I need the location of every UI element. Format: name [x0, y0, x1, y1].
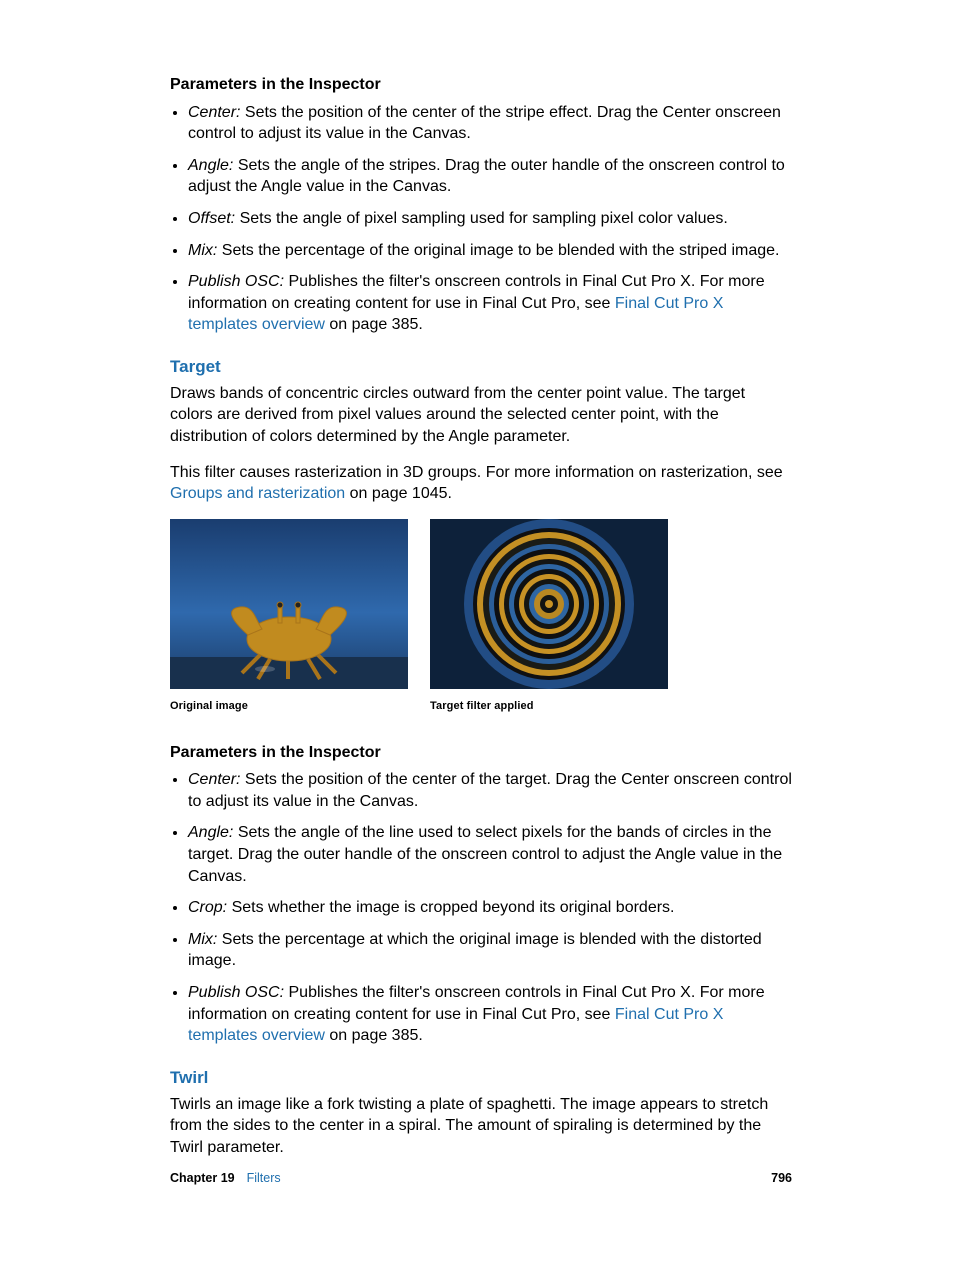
param-text: Sets whether the image is cropped beyond…: [227, 899, 674, 916]
list-item: Crop: Sets whether the image is cropped …: [188, 897, 792, 919]
param-list: Center: Sets the position of the center …: [170, 769, 792, 1047]
chapter-label: Chapter 19: [170, 1170, 235, 1187]
body-text-pre: This filter causes rasterization in 3D g…: [170, 464, 783, 481]
param-term: Publish OSC:: [188, 984, 284, 1001]
param-term: Center:: [188, 104, 240, 121]
list-item: Publish OSC: Publishes the filter's onsc…: [188, 982, 792, 1047]
chapter-name[interactable]: Filters: [247, 1170, 281, 1187]
body-text: Twirls an image like a fork twisting a p…: [170, 1094, 792, 1159]
list-item: Offset: Sets the angle of pixel sampling…: [188, 208, 792, 230]
param-text: Sets the angle of the stripes. Drag the …: [188, 157, 785, 196]
document-page: Parameters in the Inspector Center: Sets…: [0, 0, 954, 1265]
list-item: Mix: Sets the percentage at which the or…: [188, 929, 792, 972]
section-title: Parameters in the Inspector: [170, 74, 792, 96]
link-groups-rasterization[interactable]: Groups and rasterization: [170, 485, 345, 502]
figure-caption: Target filter applied: [430, 699, 668, 714]
param-list: Center: Sets the position of the center …: [170, 102, 792, 336]
target-filter-illustration: [430, 519, 668, 689]
section-title: Parameters in the Inspector: [170, 742, 792, 764]
page-footer: Chapter 19 Filters 796: [170, 1170, 792, 1187]
param-text: Sets the percentage at which the origina…: [188, 931, 762, 970]
param-text: Sets the position of the center of the s…: [188, 104, 781, 143]
heading-twirl: Twirl: [170, 1067, 792, 1090]
param-term: Crop:: [188, 899, 227, 916]
body-text: Draws bands of concentric circles outwar…: [170, 383, 792, 448]
param-term: Offset:: [188, 210, 235, 227]
list-item: Angle: Sets the angle of the line used t…: [188, 822, 792, 887]
param-term: Angle:: [188, 824, 233, 841]
param-term: Mix:: [188, 242, 217, 259]
param-text: Sets the position of the center of the t…: [188, 771, 792, 810]
list-item: Center: Sets the position of the center …: [188, 769, 792, 812]
param-text: Sets the angle of pixel sampling used fo…: [235, 210, 728, 227]
list-item: Center: Sets the position of the center …: [188, 102, 792, 145]
param-text-after: on page 385.: [325, 316, 423, 333]
param-term: Center:: [188, 771, 240, 788]
original-image-illustration: [170, 519, 408, 689]
param-term: Publish OSC:: [188, 273, 284, 290]
list-item: Publish OSC: Publishes the filter's onsc…: [188, 271, 792, 336]
figure-original: Original image: [170, 519, 408, 714]
list-item: Angle: Sets the angle of the stripes. Dr…: [188, 155, 792, 198]
figure-row: Original image: [170, 519, 792, 714]
body-text: This filter causes rasterization in 3D g…: [170, 462, 792, 505]
page-number: 796: [771, 1170, 792, 1187]
param-text: Sets the percentage of the original imag…: [217, 242, 779, 259]
figure-target-applied: Target filter applied: [430, 519, 668, 714]
list-item: Mix: Sets the percentage of the original…: [188, 240, 792, 262]
param-term: Mix:: [188, 931, 217, 948]
param-text-after: on page 385.: [325, 1027, 423, 1044]
param-term: Angle:: [188, 157, 233, 174]
heading-target: Target: [170, 356, 792, 379]
param-text: Sets the angle of the line used to selec…: [188, 824, 782, 884]
body-text-post: on page 1045.: [345, 485, 452, 502]
figure-caption: Original image: [170, 699, 408, 714]
